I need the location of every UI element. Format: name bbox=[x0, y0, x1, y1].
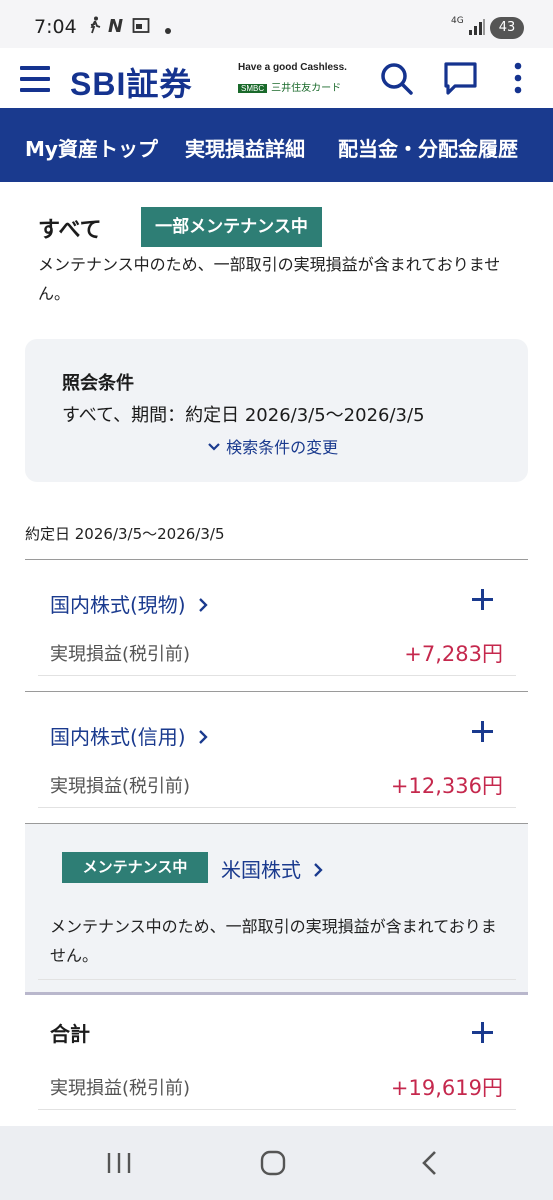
date-range: 約定日 2026/3/5〜2026/3/5 bbox=[25, 525, 225, 543]
recent-apps-icon[interactable] bbox=[104, 1148, 134, 1182]
menu-icon[interactable] bbox=[20, 66, 50, 92]
conditions-label: 照会条件 bbox=[62, 373, 134, 394]
maintenance-note: メンテナンス中のため、一部取引の実現損益が含まれておりません。 bbox=[38, 255, 501, 303]
more-vertical-icon[interactable] bbox=[504, 58, 532, 98]
account-title: 国内株式(現物) bbox=[50, 593, 186, 617]
account-title: 国内株式(信用) bbox=[50, 725, 186, 749]
brand-card-name: 三井住友カード bbox=[271, 83, 342, 94]
search-icon[interactable] bbox=[376, 58, 416, 98]
brand-tagline: Have a good Cashless. bbox=[238, 62, 347, 73]
maintenance-badge: 一部メンテナンス中 bbox=[141, 207, 322, 247]
change-conditions-label: 検索条件の変更 bbox=[226, 438, 339, 457]
total-card: 合計 実現損益(税引前) +19,619円 bbox=[25, 995, 528, 1126]
account-card-us-stock: メンテナンス中 米国株式 メンテナンス中のため、一部取引の実現損益が含まれており… bbox=[25, 823, 528, 995]
walking-icon bbox=[88, 16, 102, 39]
back-icon[interactable] bbox=[415, 1148, 445, 1182]
status-bar: 7:04 N 4G 43 bbox=[0, 0, 553, 48]
nav-item-dividend-history[interactable]: 配当金・分配金履歴 bbox=[338, 133, 518, 162]
chat-icon[interactable] bbox=[441, 58, 481, 98]
nav-item-realized-pl[interactable]: 実現損益詳細 bbox=[185, 133, 305, 162]
total-title: 合計 bbox=[50, 1022, 90, 1046]
total-pl-label: 実現損益(税引前) bbox=[50, 1078, 191, 1099]
section-title: すべて bbox=[38, 218, 102, 243]
row-divider bbox=[38, 807, 516, 808]
network-type: 4G bbox=[451, 16, 464, 26]
row-divider bbox=[38, 675, 516, 676]
expand-plus-icon[interactable] bbox=[466, 1017, 498, 1049]
us-stock-title: 米国株式 bbox=[221, 858, 301, 882]
us-stock-title-link[interactable]: 米国株式 bbox=[221, 854, 325, 883]
pl-label: 実現損益(税引前) bbox=[50, 644, 191, 665]
chevron-right-icon bbox=[199, 730, 208, 744]
row-divider bbox=[38, 979, 516, 980]
row-divider bbox=[38, 1109, 516, 1110]
account-card-domestic-margin: 国内株式(信用) 実現損益(税引前) +12,336円 bbox=[25, 691, 528, 823]
brand-card-logo: SMBC 三井住友カード bbox=[238, 79, 341, 94]
nav-item-my-assets[interactable]: My資産トップ bbox=[25, 133, 158, 162]
chevron-right-icon bbox=[199, 598, 208, 612]
account-card-domestic-cash: 国内株式(現物) 実現損益(税引前) +7,283円 bbox=[25, 559, 528, 691]
home-icon[interactable] bbox=[258, 1148, 288, 1182]
top-nav: My資産トップ 実現損益詳細 配当金・分配金履歴 bbox=[0, 108, 553, 182]
chevron-right-icon bbox=[314, 863, 323, 877]
n-app-icon: N bbox=[108, 16, 124, 37]
dot-icon bbox=[164, 20, 172, 40]
expand-plus-icon[interactable] bbox=[466, 716, 498, 748]
search-conditions-box: 照会条件 すべて、期間：約定日 2026/3/5〜2026/3/5 検索条件の変… bbox=[25, 339, 528, 482]
us-maintenance-note: メンテナンス中のため、一部取引の実現損益が含まれておりません。 bbox=[50, 917, 497, 965]
conditions-value: すべて、期間：約定日 2026/3/5〜2026/3/5 bbox=[62, 405, 425, 426]
us-maintenance-badge: メンテナンス中 bbox=[62, 852, 208, 883]
account-title-link[interactable]: 国内株式(信用) bbox=[50, 721, 210, 750]
pl-value: +7,283円 bbox=[404, 642, 503, 666]
status-time: 7:04 bbox=[34, 16, 77, 38]
pl-label: 実現損益(税引前) bbox=[50, 776, 191, 797]
expand-plus-icon[interactable] bbox=[466, 584, 498, 616]
app-header: SBI証券 Have a good Cashless. SMBC 三井住友カード bbox=[0, 48, 553, 108]
total-pl-value: +19,619円 bbox=[390, 1076, 503, 1100]
pl-value: +12,336円 bbox=[390, 774, 503, 798]
smbc-mark: SMBC bbox=[238, 84, 268, 93]
account-title-link[interactable]: 国内株式(現物) bbox=[50, 589, 210, 618]
sbi-logo[interactable]: SBI証券 bbox=[70, 59, 192, 105]
battery-icon: 43 bbox=[490, 17, 524, 39]
change-conditions-link[interactable]: 検索条件の変更 bbox=[207, 434, 338, 458]
system-nav-bar bbox=[0, 1126, 553, 1200]
calendar-icon bbox=[132, 16, 150, 39]
chevron-down-icon bbox=[208, 443, 220, 451]
signal-icon bbox=[468, 18, 486, 41]
